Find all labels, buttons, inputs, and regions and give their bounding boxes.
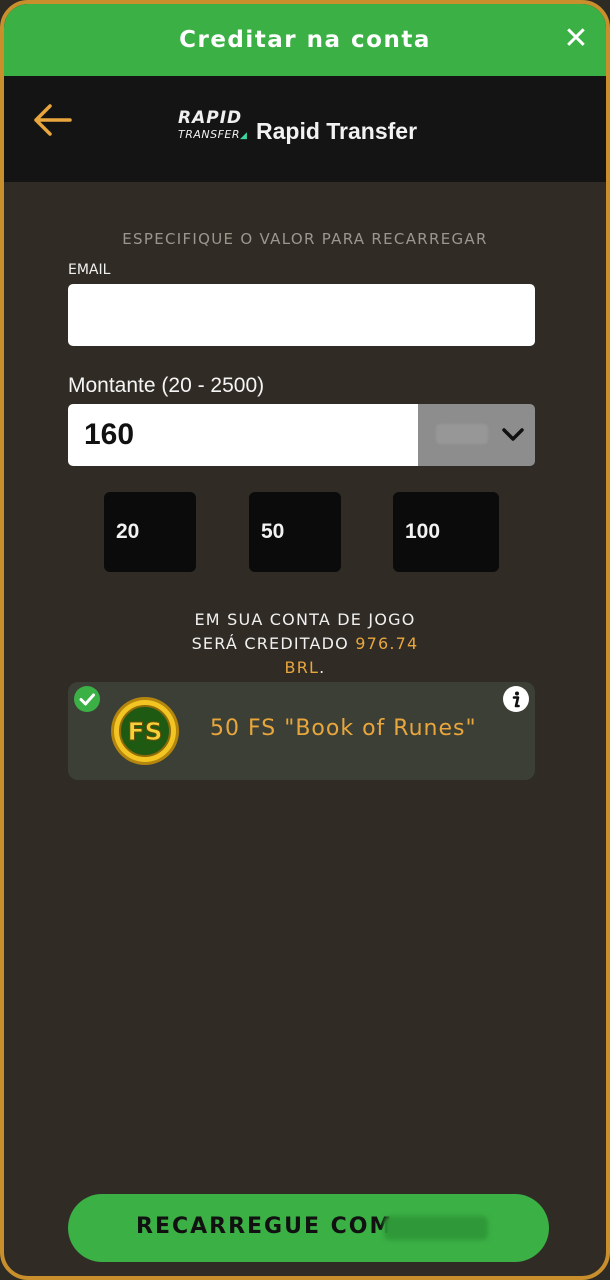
quick-amount-button-20[interactable]: 20: [104, 492, 196, 572]
bonus-card[interactable]: FS 50 FS "Book of Runes": [68, 682, 535, 780]
info-icon[interactable]: [503, 686, 529, 712]
credit-summary: EM SUA CONTA DE JOGO SERÁ CREDITADO 976.…: [191, 610, 419, 677]
quick-amount-button-100[interactable]: 100: [393, 492, 499, 572]
top-bar: Creditar na conta ✕: [4, 4, 606, 76]
credit-amount: 976.74: [355, 634, 419, 653]
submit-deposit-button[interactable]: RECARREGUE COM: [68, 1194, 549, 1262]
page-title: Creditar na conta: [179, 27, 431, 53]
rapid-transfer-logo: RAPID TRANSFER◢: [178, 108, 248, 141]
amount-input[interactable]: [68, 404, 418, 466]
email-label: EMAIL: [68, 262, 111, 278]
currency-select[interactable]: [418, 404, 535, 466]
form-subtitle: ESPECIFIQUE O VALOR PARA RECARREGAR: [122, 230, 488, 248]
bonus-description: 50 FS "Book of Runes": [210, 716, 477, 741]
amount-label: Montante (20 - 2500): [68, 374, 265, 397]
chevron-down-icon: [501, 424, 525, 446]
quick-amount-button-50[interactable]: 50: [249, 492, 341, 572]
check-icon: [74, 686, 100, 712]
credit-currency: BRL: [284, 658, 320, 677]
email-field[interactable]: [68, 284, 535, 346]
redacted-amount: [384, 1216, 488, 1240]
payment-method-header: RAPID TRANSFER◢ Rapid Transfer: [4, 76, 606, 182]
svg-text:FS: FS: [127, 717, 162, 746]
back-arrow-icon[interactable]: [30, 102, 78, 142]
payment-method-title: Rapid Transfer: [256, 118, 418, 144]
close-icon[interactable]: ✕: [560, 24, 592, 56]
app-frame: Creditar na conta ✕ RAPID TRANSFER◢ Rapi…: [0, 0, 610, 1280]
submit-label: RECARREGUE COM: [136, 1214, 394, 1239]
free-spins-coin-icon: FS: [110, 696, 180, 766]
currency-value: [436, 424, 488, 444]
